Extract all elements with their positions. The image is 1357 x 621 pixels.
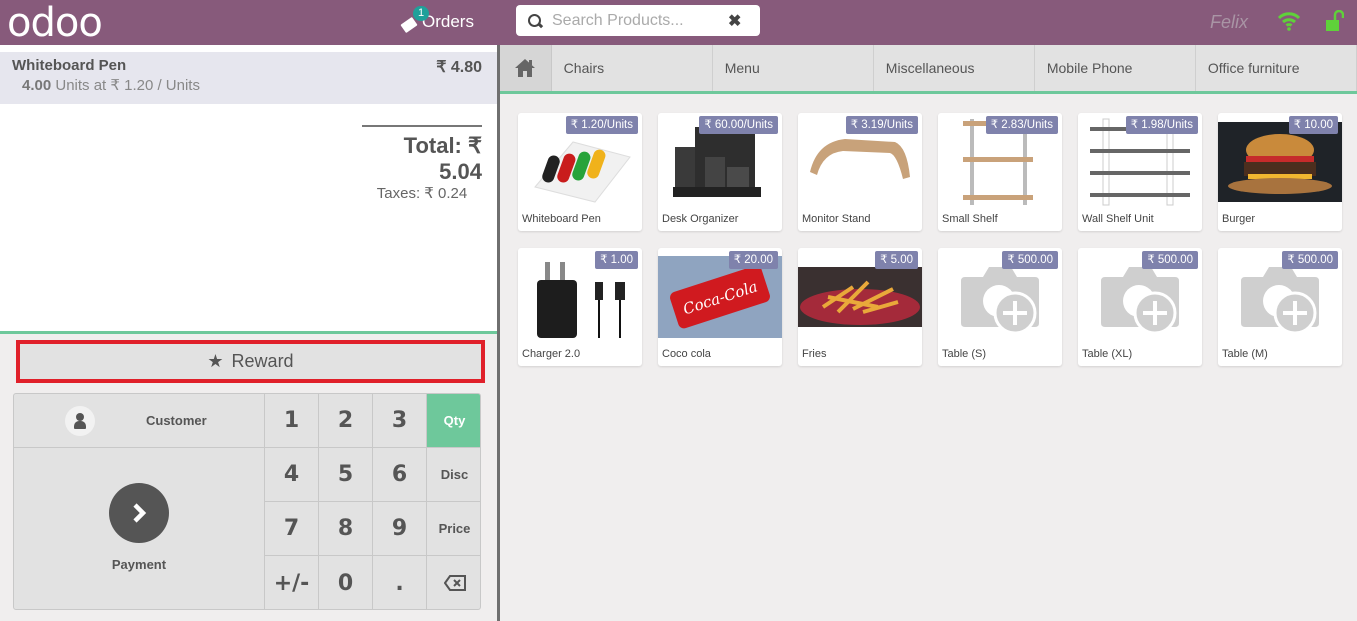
key-0[interactable]: 0 [319,556,373,609]
product-card[interactable]: ₹ 500.00 Table (M) [1218,248,1342,366]
category-miscellaneous[interactable]: Miscellaneous [874,45,1035,91]
category-bar: Chairs Menu Miscellaneous Mobile Phone O… [500,45,1357,94]
payment-button[interactable]: Payment [14,448,265,609]
product-card[interactable]: ₹ 500.00 Table (S) [938,248,1062,366]
key-1[interactable]: 1 [265,394,319,448]
product-name: Burger [1222,213,1256,225]
payment-label: Payment [111,557,167,572]
product-price-tag: ₹ 60.00/Units [699,116,778,134]
key-4[interactable]: 4 [265,448,319,502]
top-bar: odoo 1 Orders ✖ Felix [0,0,1357,45]
product-card[interactable]: ₹ 1.20/Units Whiteboard Pen [518,113,642,231]
key-8[interactable]: 8 [319,502,373,556]
product-price-tag: ₹ 3.19/Units [845,116,918,134]
product-name: Whiteboard Pen [522,213,601,225]
search-icon [528,13,542,28]
key-2[interactable]: 2 [319,394,373,448]
key-9[interactable]: 9 [373,502,427,556]
category-menu[interactable]: Menu [713,45,874,91]
orders-count-badge: 1 [413,6,430,21]
product-name: Fries [802,348,827,360]
product-card[interactable]: ₹ 500.00 Table (XL) [1078,248,1202,366]
product-price-tag: ₹ 1.00 [595,251,638,269]
orders-label: Orders [422,12,474,31]
chevron-right-icon [109,483,169,543]
product-card[interactable]: ₹ 1.98/Units Wall Shelf Unit [1078,113,1202,231]
odoo-logo: odoo [7,0,103,46]
key-7[interactable]: 7 [265,502,319,556]
product-price-tag: ₹ 2.83/Units [985,116,1058,134]
order-summary: Total: ₹ 5.04 Taxes: ₹ 0.24 [362,125,482,202]
key-decimal[interactable]: . [373,556,427,609]
product-name: Table (S) [942,348,987,360]
control-panel: ★ Reward Customer Payment 1 2 3 Qty 4 5 [0,331,497,621]
backspace-button[interactable] [427,556,480,609]
star-icon: ★ [207,351,224,371]
numpad-area: Customer Payment 1 2 3 Qty 4 5 6 Disc 7 … [13,393,481,610]
clear-search-icon[interactable]: ✖ [728,11,741,31]
product-price-tag: ₹ 1.98/Units [1125,116,1198,134]
reward-label: Reward [231,351,294,371]
order-line-unit-info: Units at ₹ 1.20 / Units [55,77,200,94]
unlock-icon[interactable] [1326,10,1344,32]
pane-divider [497,45,500,621]
product-price-tag: ₹ 10.00 [1288,116,1338,134]
order-total: Total: ₹ 5.04 [403,133,482,184]
key-3[interactable]: 3 [373,394,427,448]
customer-button[interactable]: Customer [14,394,265,448]
mode-price-button[interactable]: Price [427,502,480,556]
orders-button[interactable]: 1 Orders [400,6,474,36]
key-5[interactable]: 5 [319,448,373,502]
wifi-icon[interactable] [1277,11,1301,31]
product-card[interactable]: Coca-Cola ₹ 20.00 Coco cola [658,248,782,366]
mode-qty-button[interactable]: Qty [427,394,480,448]
product-name: Charger 2.0 [522,348,581,360]
product-card[interactable]: ₹ 10.00 Burger [1218,113,1342,231]
product-name: Wall Shelf Unit [1082,213,1154,225]
product-card[interactable]: ₹ 3.19/Units Monitor Stand [798,113,922,231]
product-card[interactable]: ₹ 60.00/Units Desk Organizer [658,113,782,231]
category-chairs[interactable]: Chairs [552,45,713,91]
home-category-button[interactable] [500,45,552,91]
order-panel: Whiteboard Pen ₹ 4.80 4.00 Units at ₹ 1.… [0,45,497,621]
cashier-name[interactable]: Felix [1210,12,1248,33]
order-taxes: Taxes: ₹ 0.24 [376,185,468,202]
product-card[interactable]: ₹ 1.00 Charger 2.0 [518,248,642,366]
product-price-tag: ₹ 1.20/Units [565,116,638,134]
order-line-price: ₹ 4.80 [436,59,482,76]
home-icon [515,59,536,77]
product-price-tag: ₹ 500.00 [1142,251,1198,269]
product-name: Small Shelf [942,213,998,225]
search-box: ✖ [516,5,760,36]
product-name: Table (XL) [1082,348,1133,360]
product-price-tag: ₹ 5.00 [875,251,918,269]
product-card[interactable]: ₹ 2.83/Units Small Shelf [938,113,1062,231]
customer-label: Customer [146,413,207,428]
user-icon [65,405,95,436]
product-name: Table (M) [1222,348,1268,360]
product-name: Monitor Stand [802,213,871,225]
reward-button[interactable]: ★ Reward [16,340,485,383]
order-line-info: 4.00 Units at ₹ 1.20 / Units [22,76,485,94]
product-price-tag: ₹ 500.00 [1002,251,1058,269]
category-mobile-phone[interactable]: Mobile Phone [1035,45,1196,91]
order-line-qty: 4.00 [22,77,52,94]
product-name: Coco cola [662,348,711,360]
order-line-name: Whiteboard Pen [12,57,127,74]
numpad: 1 2 3 Qty 4 5 6 Disc 7 8 9 Price +/- 0 . [265,394,480,609]
mode-disc-button[interactable]: Disc [427,448,480,502]
key-6[interactable]: 6 [373,448,427,502]
order-line[interactable]: Whiteboard Pen ₹ 4.80 4.00 Units at ₹ 1.… [0,52,497,104]
category-office-furniture[interactable]: Office furniture [1196,45,1357,91]
product-card[interactable]: ₹ 5.00 Fries [798,248,922,366]
key-plus-minus[interactable]: +/- [265,556,319,609]
product-price-tag: ₹ 500.00 [1282,251,1338,269]
search-input[interactable] [552,11,722,30]
backspace-icon [443,575,466,591]
product-name: Desk Organizer [662,213,739,225]
product-price-tag: ₹ 20.00 [728,251,778,269]
